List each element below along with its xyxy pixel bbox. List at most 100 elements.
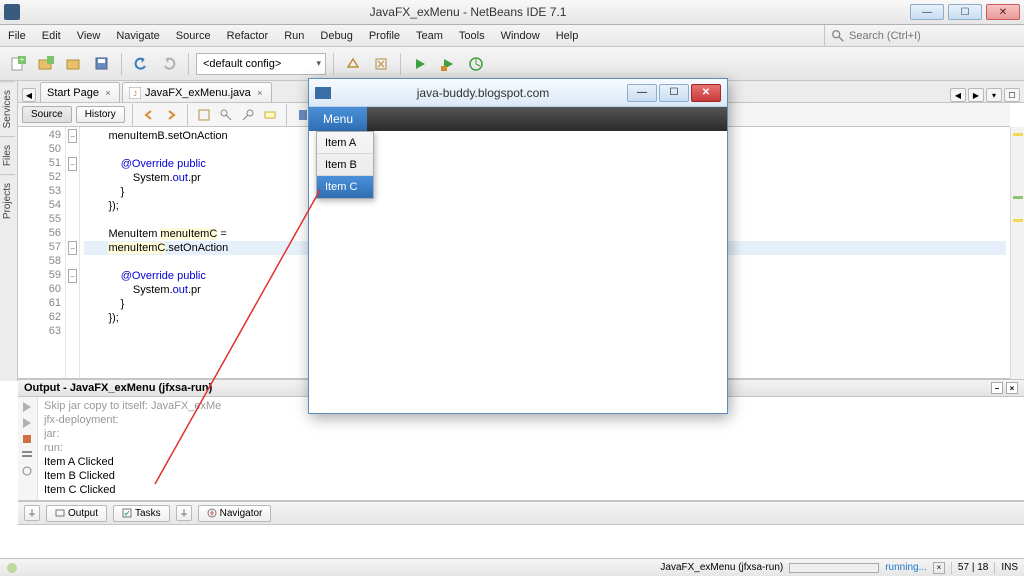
open-project-button[interactable] xyxy=(62,52,86,76)
pin-button[interactable] xyxy=(24,505,40,521)
status-icon xyxy=(6,562,18,574)
menu-profile[interactable]: Profile xyxy=(361,25,408,46)
ok-mark[interactable] xyxy=(1013,196,1023,199)
close-icon[interactable]: × xyxy=(103,88,113,98)
tasks-icon xyxy=(122,508,132,518)
tab-max-button[interactable]: ☐ xyxy=(1004,88,1020,102)
wrap-icon[interactable] xyxy=(20,448,34,462)
search-input[interactable] xyxy=(849,30,1018,42)
svg-text:J: J xyxy=(133,91,137,98)
side-tab-services[interactable]: Services xyxy=(0,81,15,136)
javafx-menu-dropdown: Item AItem BItem C xyxy=(316,131,374,199)
javafx-app-window[interactable]: java-buddy.blogspot.com — ☐ ✕ Menu Item … xyxy=(308,78,728,414)
javafx-titlebar[interactable]: java-buddy.blogspot.com — ☐ ✕ xyxy=(309,79,727,107)
settings-icon[interactable] xyxy=(20,464,34,478)
window-controls: — ☐ ✕ xyxy=(910,4,1020,20)
find-selection-icon[interactable] xyxy=(195,106,213,124)
menu-edit[interactable]: Edit xyxy=(34,25,69,46)
menu-help[interactable]: Help xyxy=(548,25,587,46)
javafx-minimize-button[interactable]: — xyxy=(627,84,657,102)
find-next-icon[interactable] xyxy=(239,106,257,124)
javafx-maximize-button[interactable]: ☐ xyxy=(659,84,689,102)
menu-file[interactable]: File xyxy=(0,25,34,46)
output-close-button[interactable]: × xyxy=(1006,382,1018,394)
window-titlebar: JavaFX_exMenu - NetBeans IDE 7.1 — ☐ ✕ xyxy=(0,0,1024,25)
output-tab-label: Output xyxy=(68,508,98,519)
javafx-app-icon xyxy=(315,87,331,99)
history-view-button[interactable]: History xyxy=(76,106,125,123)
java-file-icon: J xyxy=(129,87,141,99)
config-combo[interactable]: <default config> xyxy=(196,53,326,75)
javafx-menu[interactable]: Menu xyxy=(309,107,367,131)
error-stripe[interactable] xyxy=(1010,127,1024,379)
menu-navigate[interactable]: Navigate xyxy=(108,25,167,46)
menu-team[interactable]: Team xyxy=(408,25,451,46)
output-tab-button[interactable]: Output xyxy=(46,505,107,522)
redo-button[interactable] xyxy=(157,52,181,76)
progress-bar xyxy=(789,563,879,573)
javafx-title: java-buddy.blogspot.com xyxy=(339,86,627,100)
profile-button[interactable] xyxy=(464,52,488,76)
save-all-button[interactable] xyxy=(90,52,114,76)
tab-next-button[interactable]: ▶ xyxy=(968,88,984,102)
tab-list-button[interactable]: ▾ xyxy=(986,88,1002,102)
undo-button[interactable] xyxy=(129,52,153,76)
navigator-tab-button[interactable]: Navigator xyxy=(198,505,272,522)
navigator-tab-label: Navigator xyxy=(220,508,263,519)
side-tab-files[interactable]: Files xyxy=(0,136,15,174)
run-button[interactable] xyxy=(408,52,432,76)
javafx-menu-item[interactable]: Item B xyxy=(317,154,373,176)
cursor-position: 57 | 18 xyxy=(958,562,988,573)
window-title: JavaFX_exMenu - NetBeans IDE 7.1 xyxy=(26,5,910,19)
javafx-menu-item[interactable]: Item C xyxy=(317,176,373,198)
clean-build-button[interactable] xyxy=(369,52,393,76)
fold-column[interactable]: −−−− xyxy=(66,127,80,378)
source-view-button[interactable]: Source xyxy=(22,106,72,123)
navigator-icon xyxy=(207,508,217,518)
nav-back-icon[interactable] xyxy=(140,106,158,124)
insert-mode: INS xyxy=(1001,562,1018,573)
build-button[interactable] xyxy=(341,52,365,76)
javafx-close-button[interactable]: ✕ xyxy=(691,84,721,102)
stop-task-button[interactable]: × xyxy=(933,562,945,574)
warning-mark[interactable] xyxy=(1013,219,1023,222)
menu-run[interactable]: Run xyxy=(276,25,312,46)
menu-source[interactable]: Source xyxy=(168,25,219,46)
menu-window[interactable]: Window xyxy=(493,25,548,46)
stop-icon[interactable] xyxy=(20,432,34,446)
tab-label: JavaFX_exMenu.java xyxy=(145,87,251,99)
new-project-button[interactable] xyxy=(34,52,58,76)
close-button[interactable]: ✕ xyxy=(986,4,1020,20)
warning-mark[interactable] xyxy=(1013,133,1023,136)
bottom-toolbar: Output Tasks Navigator xyxy=(18,501,1024,525)
debug-button[interactable] xyxy=(436,52,460,76)
menu-debug[interactable]: Debug xyxy=(312,25,360,46)
config-label: <default config> xyxy=(203,58,281,70)
side-tab-projects[interactable]: Projects xyxy=(0,174,15,227)
app-icon xyxy=(4,4,20,20)
nav-fwd-icon[interactable] xyxy=(162,106,180,124)
minimize-button[interactable]: — xyxy=(910,4,944,20)
rerun-alt-icon[interactable] xyxy=(20,416,34,430)
status-task: JavaFX_exMenu (jfxsa-run) xyxy=(660,562,783,573)
highlight-icon[interactable] xyxy=(261,106,279,124)
menu-refactor[interactable]: Refactor xyxy=(219,25,277,46)
tab-javafx-file[interactable]: J JavaFX_exMenu.java × xyxy=(122,82,272,102)
tab-start-page[interactable]: Start Page × xyxy=(40,82,120,102)
find-prev-icon[interactable] xyxy=(217,106,235,124)
quick-search xyxy=(824,25,1024,46)
close-icon[interactable]: × xyxy=(255,88,265,98)
menu-view[interactable]: View xyxy=(69,25,109,46)
tasks-tab-button[interactable]: Tasks xyxy=(113,505,170,522)
tab-prev-button[interactable]: ◀ xyxy=(950,88,966,102)
tab-scroll-left[interactable]: ◀ xyxy=(22,88,36,102)
javafx-menu-item[interactable]: Item A xyxy=(317,132,373,154)
svg-text:+: + xyxy=(20,56,25,64)
new-file-button[interactable]: + xyxy=(6,52,30,76)
menu-tools[interactable]: Tools xyxy=(451,25,493,46)
output-min-button[interactable]: – xyxy=(991,382,1003,394)
pin-button-2[interactable] xyxy=(176,505,192,521)
maximize-button[interactable]: ☐ xyxy=(948,4,982,20)
tab-label: Start Page xyxy=(47,87,99,99)
rerun-icon[interactable] xyxy=(20,400,34,414)
